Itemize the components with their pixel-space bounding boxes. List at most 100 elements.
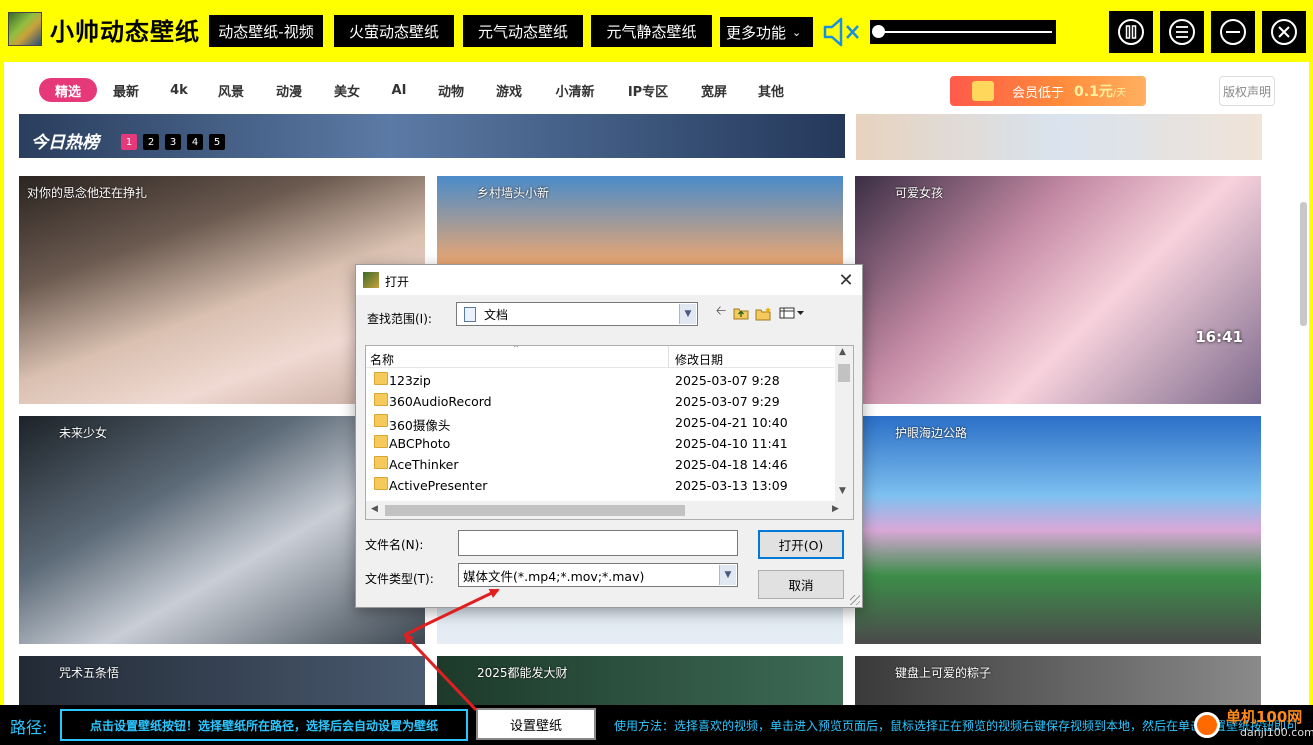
- category-item[interactable]: IP专区: [619, 78, 677, 102]
- category-item[interactable]: 动漫: [269, 78, 309, 102]
- path-label: 路径:: [10, 718, 48, 737]
- wallpaper-card[interactable]: 可爱女孩 16:41: [855, 176, 1261, 404]
- up-folder-icon[interactable]: [732, 305, 750, 321]
- vertical-scrollbar[interactable]: ▲ ▼: [835, 346, 853, 501]
- scrollbar-thumb[interactable]: [838, 364, 850, 382]
- hot-page-dot[interactable]: 2: [143, 134, 159, 150]
- wallpaper-title: 对你的思念他还在挣扎: [27, 186, 148, 200]
- app-icon: [363, 272, 379, 288]
- dialog-title: 打开: [385, 275, 410, 289]
- close-button[interactable]: [1262, 11, 1306, 53]
- category-item[interactable]: 4k: [162, 78, 196, 102]
- hot-list-banner[interactable]: 今日热榜 1 2 3 4 5: [19, 114, 845, 158]
- category-item[interactable]: 风景: [211, 78, 251, 102]
- hot-list-thumbnail[interactable]: [856, 114, 1262, 160]
- category-item[interactable]: 最新: [106, 78, 146, 102]
- minimize-button[interactable]: [1211, 11, 1255, 53]
- scroll-up-icon[interactable]: ▲: [839, 347, 846, 357]
- wallpaper-card[interactable]: 护眼海边公路: [855, 416, 1261, 644]
- hot-page-dot[interactable]: 1: [121, 134, 137, 150]
- look-in-value: 文档: [484, 307, 509, 322]
- scroll-right-icon[interactable]: ▶: [832, 504, 839, 514]
- chevron-down-icon: ⌄: [792, 25, 802, 39]
- more-functions-dropdown[interactable]: 更多功能 ⌄: [720, 17, 813, 47]
- copyright-button[interactable]: 版权声明: [1219, 76, 1275, 106]
- category-item[interactable]: AI: [384, 78, 414, 102]
- pause-icon: [1118, 19, 1144, 45]
- file-row[interactable]: ABCPhoto 2025-04-10 11:41: [366, 432, 834, 453]
- app-logo-icon: [8, 12, 42, 46]
- dialog-titlebar[interactable]: 打开 ✕: [356, 265, 862, 295]
- file-row[interactable]: 360AudioRecord 2025-03-07 9:29: [366, 390, 834, 411]
- category-item[interactable]: 游戏: [489, 78, 529, 102]
- file-name: ABCPhoto: [389, 436, 451, 451]
- open-button[interactable]: 打开(O): [758, 530, 844, 559]
- tab-yuanqi-dynamic-wallpaper[interactable]: 元气动态壁纸: [463, 15, 583, 47]
- tab-dynamic-video-wallpaper[interactable]: 动态壁纸-视频: [209, 15, 323, 47]
- set-wallpaper-button[interactable]: 设置壁纸: [476, 708, 596, 740]
- filename-input[interactable]: [458, 530, 738, 556]
- folder-icon: [374, 414, 388, 427]
- column-header-date[interactable]: 修改日期: [675, 351, 723, 368]
- category-item[interactable]: 动物: [431, 78, 471, 102]
- wallpaper-title: 乡村墙头小新: [477, 186, 550, 200]
- horizontal-scrollbar[interactable]: ◀ ▶: [366, 501, 853, 519]
- wallpaper-title: 可爱女孩: [895, 186, 944, 200]
- folder-icon: [374, 372, 388, 385]
- cancel-button[interactable]: 取消: [758, 570, 844, 599]
- category-item[interactable]: 宽屏: [694, 78, 734, 102]
- file-row[interactable]: 360摄像头 2025-04-21 10:40: [366, 411, 834, 433]
- column-header-name[interactable]: 名称: [370, 351, 394, 368]
- wallpaper-card[interactable]: 2025都能发大财: [437, 656, 843, 705]
- settings-button[interactable]: [1160, 11, 1204, 53]
- file-row[interactable]: 123zip 2025-03-07 9:28: [366, 369, 834, 390]
- category-item[interactable]: 美女: [327, 78, 367, 102]
- hot-page-dot[interactable]: 4: [187, 134, 203, 150]
- chevron-down-icon[interactable]: ▼: [679, 304, 696, 324]
- hot-page-dot[interactable]: 3: [165, 134, 181, 150]
- hot-list-title: 今日热榜: [31, 133, 99, 153]
- filetype-select[interactable]: 媒体文件(*.mp4;*.mov;*.mav) ▼: [458, 563, 738, 587]
- file-row[interactable]: AceThinker 2025-04-18 14:46: [366, 453, 834, 474]
- category-item[interactable]: 小清新: [549, 78, 601, 102]
- more-functions-label: 更多功能: [726, 23, 787, 42]
- site-watermark: 单机100网 danji100.com: [1190, 706, 1313, 744]
- view-menu-icon[interactable]: [779, 305, 807, 321]
- file-date: 2025-03-13 13:09: [675, 478, 788, 493]
- back-arrow-icon[interactable]: 🡠: [712, 304, 730, 321]
- scroll-down-icon[interactable]: ▼: [839, 486, 846, 496]
- wallpaper-card[interactable]: 咒术五条悟: [19, 656, 425, 705]
- tab-firefly-wallpaper[interactable]: 火萤动态壁纸: [334, 15, 454, 47]
- wallpaper-card[interactable]: 键盘上可爱的粽子: [855, 656, 1261, 705]
- folder-icon: [374, 435, 388, 448]
- column-divider[interactable]: [668, 346, 669, 368]
- wallpaper-title: 2025都能发大财: [477, 666, 568, 680]
- pause-button[interactable]: [1109, 11, 1153, 53]
- page-scrollbar[interactable]: [1300, 202, 1307, 326]
- tab-yuanqi-static-wallpaper[interactable]: 元气静态壁纸: [591, 15, 712, 47]
- vip-banner[interactable]: 会员低于 0.1元 /天: [950, 76, 1146, 106]
- scroll-left-icon[interactable]: ◀: [371, 504, 378, 514]
- mute-icon[interactable]: [822, 14, 862, 50]
- resize-grip-icon[interactable]: [850, 595, 860, 605]
- scrollbar-thumb[interactable]: [385, 505, 685, 516]
- volume-slider[interactable]: [870, 20, 1056, 44]
- look-in-label: 查找范围(I):: [367, 312, 432, 326]
- list-settings-icon: [1169, 19, 1195, 45]
- clock-overlay: 16:41: [1195, 328, 1243, 346]
- folder-icon: [374, 477, 388, 490]
- file-row[interactable]: ActivePresenter 2025-03-13 13:09: [366, 474, 834, 495]
- file-name: 123zip: [389, 373, 431, 388]
- file-list-header: ⌃ 名称 修改日期: [366, 346, 834, 368]
- hot-page-dot[interactable]: 5: [209, 134, 225, 150]
- volume-knob[interactable]: [872, 25, 885, 38]
- category-item[interactable]: 其他: [751, 78, 791, 102]
- new-folder-icon[interactable]: [755, 305, 773, 321]
- volume-track: [878, 31, 1052, 33]
- dialog-close-button[interactable]: ✕: [834, 268, 858, 292]
- chevron-down-icon[interactable]: ▼: [719, 565, 736, 585]
- category-bar: 精选 最新 4k 风景 动漫 美女 AI 动物 游戏 小清新 IP专区 宽屏 其…: [4, 62, 1309, 114]
- look-in-select[interactable]: 文档 ▼: [456, 302, 698, 326]
- vip-price: 0.1元: [1074, 84, 1113, 100]
- category-item[interactable]: 精选: [39, 78, 97, 102]
